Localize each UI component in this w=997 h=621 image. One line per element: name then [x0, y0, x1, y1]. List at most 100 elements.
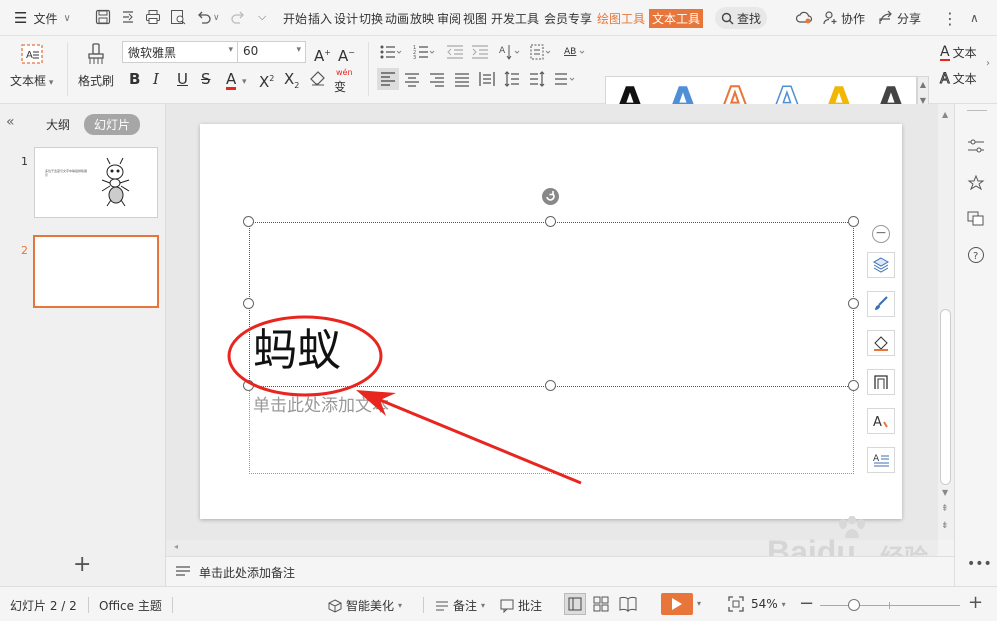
line-spacing-icon[interactable] — [504, 71, 520, 89]
eraser-icon[interactable] — [310, 70, 326, 88]
chevron-down-icon[interactable]: ▾ — [697, 599, 701, 608]
decrease-font-icon[interactable]: A− — [338, 44, 355, 65]
tab-insert[interactable]: 插入 — [308, 10, 332, 27]
brush-style-icon[interactable] — [867, 291, 895, 317]
properties-icon[interactable] — [967, 137, 985, 155]
text-fill-button[interactable]: A 文本 — [940, 44, 977, 61]
ribbon-scroll-right-icon[interactable]: › — [986, 58, 990, 69]
zoom-in-icon[interactable]: + — [968, 592, 983, 613]
superscript-icon[interactable]: X2 — [259, 70, 274, 91]
tab-animations[interactable]: 动画 — [385, 10, 409, 27]
notes-toggle-button[interactable]: 备注 ▾ — [435, 597, 485, 614]
bold-icon[interactable]: B — [129, 70, 140, 88]
zoom-slider[interactable] — [820, 605, 960, 606]
tab-review[interactable]: 审阅 — [437, 10, 461, 27]
font-name-select[interactable]: 微软雅黑 ▾ — [122, 41, 238, 63]
share-button[interactable]: 分享 — [878, 0, 921, 36]
text-effect-icon[interactable]: A — [867, 408, 895, 434]
font-color-icon[interactable]: A — [226, 70, 237, 90]
previous-slide-icon[interactable]: ⇞ — [941, 504, 949, 514]
collapse-toolbar-icon[interactable]: − — [872, 225, 890, 243]
rotate-handle-icon[interactable] — [541, 187, 560, 206]
bullet-list-icon[interactable] — [380, 44, 402, 62]
chevron-down-icon[interactable]: ▾ — [242, 73, 247, 91]
resize-handle-right[interactable] — [848, 298, 859, 309]
text-format-icon[interactable]: A — [867, 447, 895, 473]
phonetic-guide-icon[interactable]: wén 变 — [334, 66, 353, 94]
tab-design[interactable]: 设计 — [334, 10, 358, 27]
align-left-icon[interactable] — [377, 68, 399, 90]
tab-drawing-tools[interactable]: 绘图工具 — [597, 10, 645, 27]
italic-icon[interactable]: I — [153, 70, 159, 88]
theme-name[interactable]: Office 主题 — [99, 597, 162, 614]
notes-pane[interactable]: 单击此处添加备注 — [166, 556, 954, 586]
customize-toolbar-icon[interactable]: ⌵ — [258, 9, 270, 27]
slide-thumbnail-1[interactable]: 多位于宽度与文字中等组排版展示 — [34, 147, 158, 218]
resize-handle-bottom-right[interactable] — [848, 380, 859, 391]
font-size-select[interactable]: 60 ▾ — [237, 41, 306, 63]
distributed-align-icon[interactable] — [479, 71, 495, 89]
redo-icon[interactable] — [230, 9, 248, 27]
help-icon[interactable]: ? — [967, 246, 985, 264]
format-painter-button[interactable]: 格式刷 — [78, 42, 114, 89]
zoom-out-icon[interactable]: − — [799, 593, 814, 614]
convert-to-smartart-icon[interactable]: AB — [564, 44, 586, 62]
layers-icon[interactable] — [867, 252, 895, 278]
resize-handle-left[interactable] — [243, 298, 254, 309]
animation-icon[interactable] — [967, 174, 985, 192]
align-right-icon[interactable] — [429, 71, 445, 89]
fit-to-window-icon[interactable] — [728, 596, 744, 612]
undo-icon[interactable] — [196, 9, 214, 27]
smart-beautify-button[interactable]: 智能美化 ▾ — [328, 597, 402, 614]
print-icon[interactable] — [145, 9, 163, 27]
align-center-icon[interactable] — [404, 71, 420, 89]
tab-transitions[interactable]: 切换 — [359, 10, 383, 27]
resize-handle-top[interactable] — [545, 216, 556, 227]
resize-handle-top-right[interactable] — [848, 216, 859, 227]
shape-fill-icon[interactable] — [867, 330, 895, 356]
decrease-indent-icon[interactable] — [446, 44, 464, 62]
cooperate-button[interactable]: 协作 — [822, 0, 865, 36]
text-direction-icon[interactable]: A — [499, 44, 521, 62]
notes-placeholder[interactable]: 单击此处添加备注 — [199, 564, 295, 581]
resize-handle-top-left[interactable] — [243, 216, 254, 227]
scrollbar-thumb[interactable] — [940, 309, 951, 485]
add-slide-icon[interactable]: + — [73, 554, 91, 576]
tab-outline[interactable]: 大纲 — [46, 116, 70, 133]
tab-home[interactable]: 开始 — [283, 10, 307, 27]
text-outline-button[interactable]: A 文本 — [940, 70, 977, 87]
increase-font-icon[interactable]: A+ — [314, 44, 331, 65]
horizontal-scrollbar[interactable]: ◂ — [166, 540, 938, 556]
tab-slideshow[interactable]: 放映 — [410, 10, 434, 27]
tab-developer[interactable]: 开发工具 — [491, 10, 539, 27]
numbered-list-icon[interactable]: 123 — [413, 44, 435, 62]
reading-view-icon[interactable] — [619, 596, 637, 612]
zoom-level-select[interactable]: 54% ▾ — [751, 597, 786, 611]
tab-text-tools[interactable]: 文本工具 — [649, 9, 704, 28]
paragraph-settings-icon[interactable] — [554, 71, 580, 89]
tab-slides[interactable]: 幻灯片 — [84, 114, 141, 135]
paragraph-spacing-icon[interactable] — [529, 71, 545, 89]
comments-button[interactable]: 批注 — [500, 597, 542, 614]
print-preview-icon[interactable] — [170, 9, 188, 27]
cloud-sync-icon[interactable] — [795, 9, 813, 27]
zoom-slider-thumb[interactable] — [848, 599, 860, 611]
textbox-button[interactable]: A 文本框 ▾ — [10, 42, 53, 89]
shape-outline-icon[interactable] — [867, 369, 895, 395]
vertical-scrollbar[interactable]: ▲ ▼ ⇞ ⇟ — [938, 104, 954, 540]
undo-dropdown-icon[interactable]: ∨ — [213, 9, 223, 27]
play-slideshow-button[interactable] — [661, 593, 693, 615]
justify-icon[interactable] — [454, 71, 470, 89]
export-icon[interactable] — [120, 9, 138, 27]
tab-view[interactable]: 视图 — [463, 10, 487, 27]
more-options-icon[interactable]: ⋮ — [942, 0, 958, 36]
align-text-icon[interactable] — [530, 44, 552, 62]
transition-icon[interactable] — [967, 209, 985, 227]
collapse-ribbon-icon[interactable]: ∧ — [970, 0, 979, 36]
slide-thumbnail-2[interactable] — [33, 235, 159, 308]
normal-view-icon[interactable] — [564, 593, 586, 615]
increase-indent-icon[interactable] — [471, 44, 489, 62]
next-slide-icon[interactable]: ⇟ — [941, 521, 949, 531]
save-icon[interactable] — [95, 9, 113, 27]
tab-member[interactable]: 会员专享 — [544, 10, 592, 27]
